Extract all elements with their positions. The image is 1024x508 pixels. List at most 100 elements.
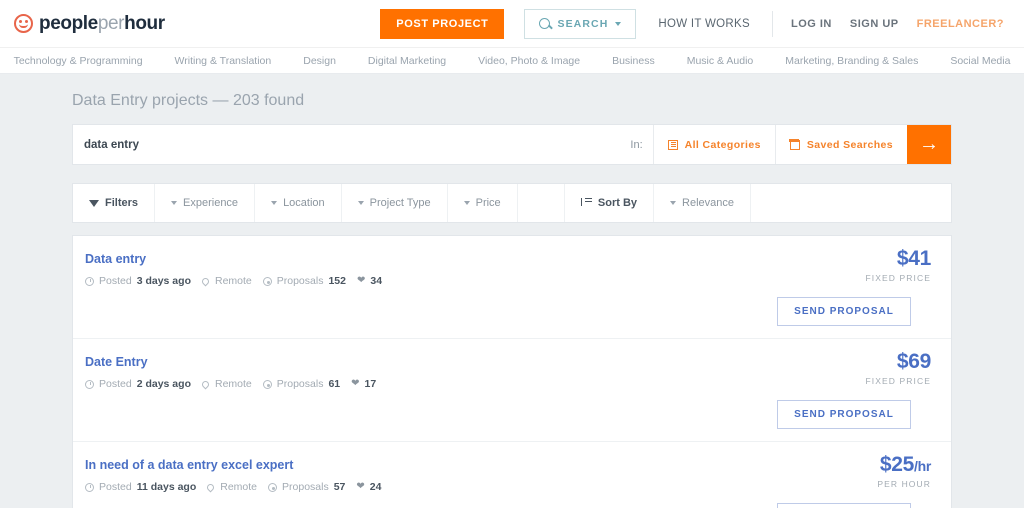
clock-icon — [85, 276, 94, 286]
proposals-label: Proposals — [276, 275, 324, 287]
proposal-row: SEND PROPOSAL — [85, 503, 931, 508]
price-amount: $41 — [866, 248, 931, 269]
proposals-count: 61 — [328, 378, 341, 390]
proposals-meta: Proposals 152 — [262, 275, 346, 287]
likes-count: 24 — [369, 481, 382, 493]
search-input[interactable] — [84, 138, 621, 151]
logo-wordmark: peopleperhour — [39, 13, 165, 35]
sort-icon — [580, 198, 592, 208]
proposals-count: 57 — [333, 481, 346, 493]
category-nav-item-music-audio[interactable]: Music & Audio — [671, 55, 770, 67]
send-proposal-button[interactable]: SEND PROPOSAL — [777, 503, 911, 508]
how-it-works-link[interactable]: HOW IT WORKS — [658, 18, 750, 30]
search-submit-button[interactable]: → — [907, 125, 951, 164]
category-nav-item-design[interactable]: Design — [287, 55, 352, 67]
filter-project-type[interactable]: Project Type — [342, 184, 448, 222]
category-nav-item-marketing-branding[interactable]: Marketing, Branding & Sales — [769, 55, 934, 67]
category-nav-item-social-media[interactable]: Social Media — [934, 55, 1024, 67]
filter-experience[interactable]: Experience — [155, 184, 256, 222]
search-icon — [539, 18, 551, 29]
proposals-meta: Proposals 57 — [268, 481, 345, 493]
filters-button[interactable]: Filters — [73, 184, 156, 222]
search-dropdown-button[interactable]: SEARCH — [524, 8, 637, 39]
location-value: Remote — [220, 481, 258, 493]
category-nav-item-technology[interactable]: Technology & Programming — [0, 55, 159, 67]
send-proposal-button[interactable]: SEND PROPOSAL — [777, 297, 911, 326]
price-unit: /hr — [914, 458, 931, 474]
likes-meta: ❤ 34 — [357, 275, 382, 287]
clock-icon — [85, 379, 94, 389]
project-list-item[interactable]: Data entry Posted 3 days ago Remote Prop… — [73, 236, 951, 338]
send-proposal-button[interactable]: SEND PROPOSAL — [777, 400, 911, 429]
logo-people: people — [39, 12, 98, 34]
proposals-label: Proposals — [282, 481, 329, 493]
all-categories-button[interactable]: All Categories — [652, 125, 775, 164]
category-nav-item-digital-marketing[interactable]: Digital Marketing — [352, 55, 462, 67]
freelancer-link[interactable]: FREELANCER? — [917, 18, 1004, 30]
price-type-label: FIXED PRICE — [865, 376, 931, 386]
project-title-link[interactable]: Data entry — [85, 252, 146, 266]
signup-link[interactable]: SIGN UP — [850, 18, 899, 30]
post-project-button[interactable]: POST PROJECT — [380, 8, 505, 39]
filter-price[interactable]: Price — [448, 184, 518, 222]
price-type-label: PER HOUR — [877, 479, 931, 489]
search-in-label: In: — [630, 138, 643, 151]
likes-meta: ❤ 24 — [356, 481, 381, 493]
saved-searches-button[interactable]: Saved Searches — [774, 125, 907, 164]
funnel-icon — [89, 199, 99, 207]
filter-experience-label: Experience — [183, 197, 239, 209]
location-meta: Remote — [200, 275, 252, 287]
arrow-right-icon: → — [919, 133, 939, 155]
login-link[interactable]: LOG IN — [791, 18, 832, 30]
filter-bar-right-pad — [751, 184, 951, 222]
header-actions: POST PROJECT SEARCH HOW IT WORKS LOG IN … — [380, 8, 1004, 39]
proposals-label: Proposals — [276, 378, 324, 390]
project-meta-row: Posted 3 days ago Remote Proposals 152 ❤… — [85, 275, 931, 287]
site-logo[interactable]: peopleperhour — [14, 13, 165, 35]
category-nav: Technology & Programming Writing & Trans… — [0, 48, 1024, 74]
sort-value-dropdown[interactable]: Relevance — [654, 184, 751, 222]
proposals-count: 152 — [328, 275, 346, 287]
clock-icon — [85, 482, 94, 492]
heart-icon: ❤ — [351, 378, 360, 389]
sort-by-button[interactable]: Sort By — [565, 184, 655, 222]
project-list: Data entry Posted 3 days ago Remote Prop… — [72, 235, 952, 508]
list-icon — [667, 139, 678, 150]
likes-count: 34 — [370, 275, 383, 287]
logo-hour: hour — [124, 12, 165, 34]
page-body: Data Entry projects — 203 found In: All … — [0, 74, 1024, 508]
posted-meta: Posted 3 days ago — [85, 275, 191, 287]
chevron-down-icon — [463, 201, 470, 205]
proposal-row: SEND PROPOSAL — [85, 297, 931, 326]
likes-count: 17 — [364, 378, 377, 390]
project-meta-row: Posted 2 days ago Remote Proposals 61 ❤ … — [85, 378, 931, 390]
sort-value-label: Relevance — [682, 197, 734, 209]
heart-icon: ❤ — [356, 275, 366, 286]
header-divider — [771, 10, 773, 37]
project-list-item[interactable]: In need of a data entry excel expert Pos… — [73, 441, 951, 508]
chevron-down-icon — [357, 201, 364, 205]
category-nav-item-writing[interactable]: Writing & Translation — [159, 55, 288, 67]
location-value: Remote — [214, 275, 252, 287]
target-icon — [262, 276, 272, 286]
posted-value: 3 days ago — [136, 275, 191, 287]
folder-icon — [789, 139, 800, 150]
posted-prefix: Posted — [99, 481, 132, 493]
project-title-link[interactable]: In need of a data entry excel expert — [85, 458, 293, 472]
location-pin-icon — [200, 379, 211, 389]
target-icon — [262, 379, 272, 389]
filter-location[interactable]: Location — [255, 184, 342, 222]
project-list-item[interactable]: Date Entry Posted 2 days ago Remote Prop… — [73, 338, 951, 441]
proposal-row: SEND PROPOSAL — [85, 400, 931, 429]
location-meta: Remote — [200, 378, 252, 390]
posted-value: 11 days ago — [136, 481, 197, 493]
location-pin-icon — [205, 482, 216, 492]
posted-value: 2 days ago — [136, 378, 191, 390]
price-value: $25 — [879, 453, 914, 476]
project-price-block: $69 FIXED PRICE — [865, 351, 932, 386]
category-nav-item-business[interactable]: Business — [596, 55, 671, 67]
category-nav-item-video-photo[interactable]: Video, Photo & Image — [462, 55, 596, 67]
likes-meta: ❤ 17 — [351, 378, 376, 390]
project-title-link[interactable]: Date Entry — [85, 355, 148, 369]
sort-by-label: Sort By — [597, 197, 638, 209]
